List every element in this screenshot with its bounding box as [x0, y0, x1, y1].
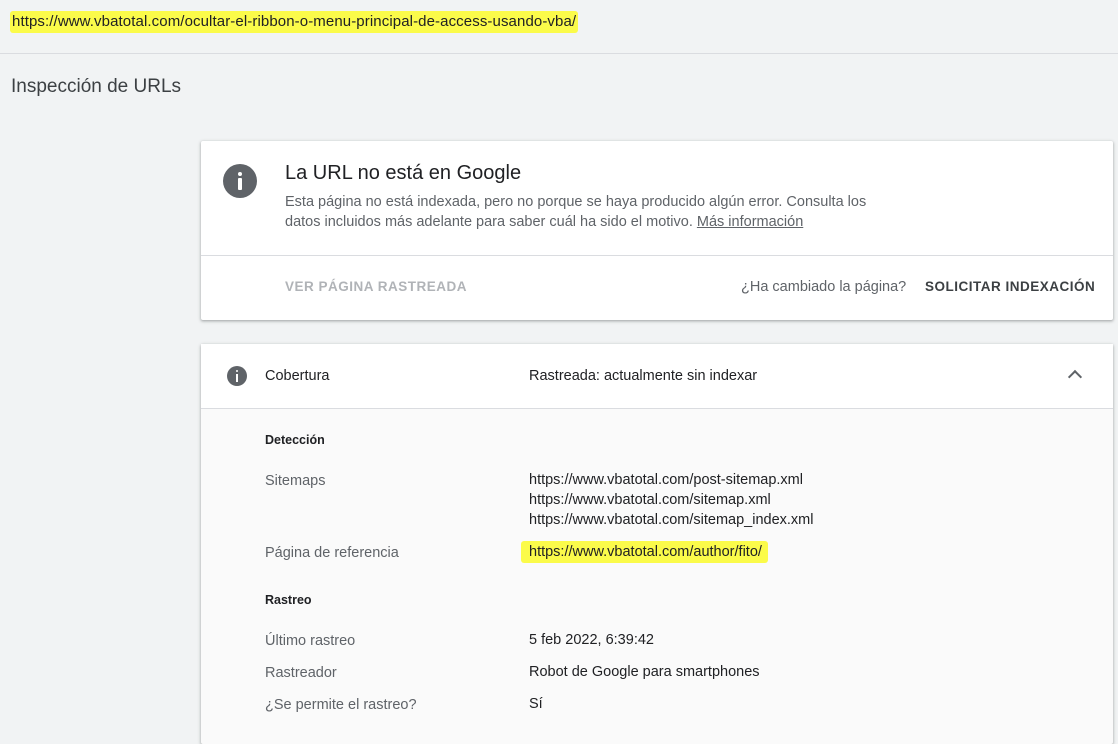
- info-icon: [223, 164, 257, 198]
- status-title: La URL no está en Google: [285, 162, 522, 184]
- view-crawled-page-button[interactable]: VER PÁGINA RASTREADA: [285, 279, 467, 294]
- last-crawl-value: 5 feb 2022, 6:39:42: [529, 632, 654, 648]
- sitemap-item[interactable]: https://www.vbatotal.com/post-sitemap.xm…: [529, 470, 813, 490]
- coverage-label: Cobertura: [265, 368, 330, 384]
- detection-heading: Detección: [265, 433, 325, 447]
- referrer-row: https://www.vbatotal.com/author/fito/: [521, 541, 768, 563]
- crawl-heading: Rastreo: [265, 593, 312, 607]
- referrer-label: Página de referencia: [265, 545, 399, 561]
- info-icon: [227, 366, 247, 386]
- page-title: Inspección de URLs: [11, 76, 182, 97]
- url-bar: https://www.vbatotal.com/ocultar-el-ribb…: [0, 0, 1118, 54]
- page-changed-question: ¿Ha cambiado la página?: [741, 279, 907, 295]
- request-indexing-button[interactable]: SOLICITAR INDEXACIÓN: [925, 279, 1095, 294]
- crawl-allowed-value: Sí: [529, 696, 543, 712]
- crawl-allowed-label: ¿Se permite el rastreo?: [265, 697, 417, 713]
- sitemap-item[interactable]: https://www.vbatotal.com/sitemap_index.x…: [529, 510, 813, 530]
- sitemaps-label: Sitemaps: [265, 473, 326, 489]
- status-description: Esta página no está indexada, pero no po…: [285, 192, 885, 232]
- sitemap-item[interactable]: https://www.vbatotal.com/sitemap.xml: [529, 490, 813, 510]
- card-divider: [201, 255, 1113, 256]
- coverage-value: Rastreada: actualmente sin indexar: [529, 368, 758, 384]
- more-info-link[interactable]: Más información: [697, 214, 803, 230]
- last-crawl-label: Último rastreo: [265, 633, 356, 649]
- inspected-url[interactable]: https://www.vbatotal.com/ocultar-el-ribb…: [10, 11, 579, 33]
- referrer-url[interactable]: https://www.vbatotal.com/author/fito/: [521, 541, 768, 563]
- crawler-label: Rastreador: [265, 665, 337, 681]
- sitemaps-list: https://www.vbatotal.com/post-sitemap.xm…: [529, 470, 813, 530]
- crawler-value: Robot de Google para smartphones: [529, 664, 760, 680]
